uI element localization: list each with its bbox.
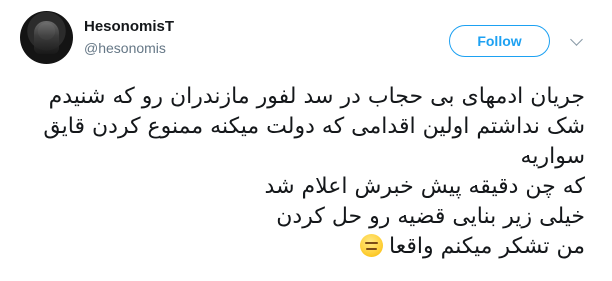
follow-button[interactable]: Follow — [449, 25, 550, 57]
tweet-text-line-1: جریان ادمهای بی حجاب در سد لفور مازندران… — [48, 84, 585, 109]
tweet-text-line-5: خیلی زیر بنایی قضیه رو حل کردن — [276, 204, 585, 229]
tweet-text-line-6: من تشکر میکنم واقعا — [20, 232, 585, 262]
avatar-image — [34, 21, 59, 54]
tweet-card: HesonomisT @hesonomis Follow جریان ادمها… — [0, 0, 612, 281]
expressionless-face-icon — [360, 234, 384, 257]
chevron-down-icon — [570, 33, 583, 46]
tweet-text-line-2: شک نداشتم اولین اقدامی که دولت میکنه ممن… — [43, 114, 585, 139]
tweet-menu-button[interactable] — [567, 31, 587, 51]
avatar[interactable] — [20, 11, 73, 64]
display-name[interactable]: HesonomisT — [84, 18, 174, 35]
tweet-text-line-3: سواریه — [520, 144, 585, 169]
tweet-text-final-line: من تشکر میکنم واقعا — [389, 234, 585, 259]
tweet-text: جریان ادمهای بی حجاب در سد لفور مازندران… — [20, 82, 585, 262]
tweet-text-line-4: که چن دقیقه پیش خبرش اعلام شد — [264, 174, 585, 199]
username[interactable]: @hesonomis — [84, 40, 166, 56]
